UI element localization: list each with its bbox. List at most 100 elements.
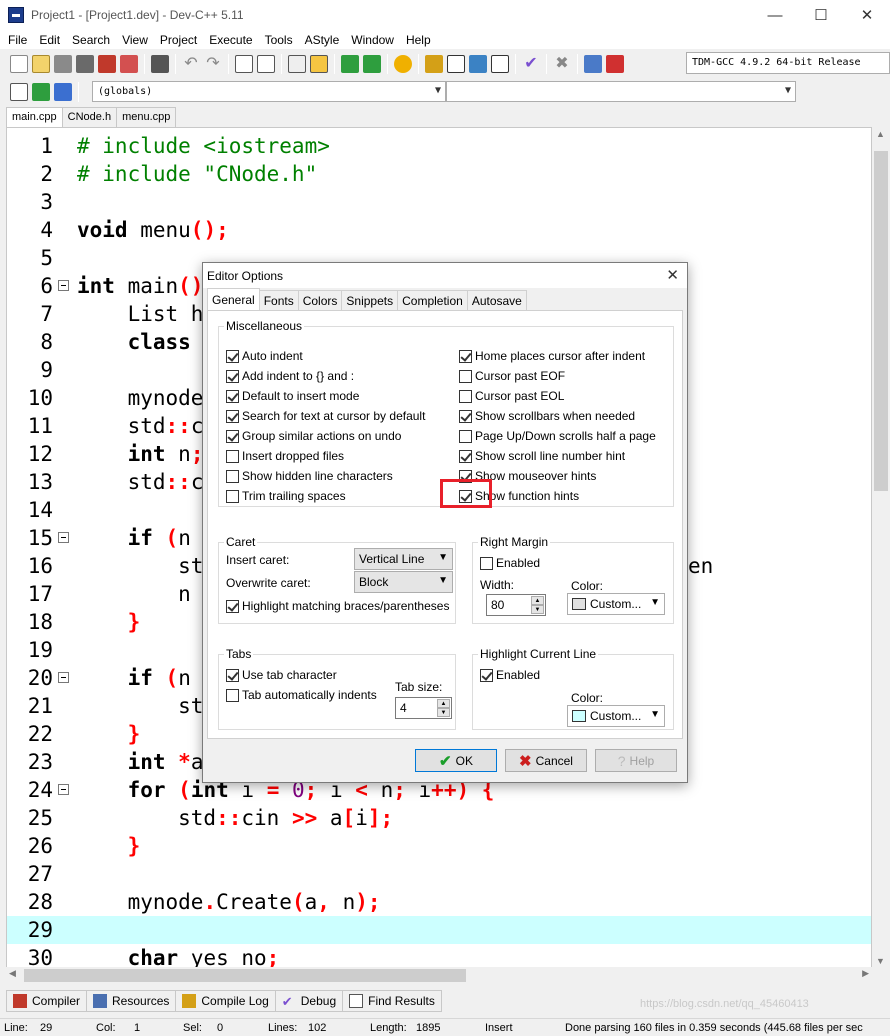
checkbox-box[interactable] xyxy=(226,469,239,483)
checkbox-box[interactable] xyxy=(480,556,493,570)
add-to-project-icon[interactable] xyxy=(341,54,359,73)
tab-main-cpp[interactable]: main.cpp xyxy=(6,107,63,128)
vertical-scrollbar[interactable]: ▲ ▼ xyxy=(872,127,890,968)
ok-button[interactable]: ✔ OK xyxy=(415,749,497,772)
dialog-close-icon[interactable]: ✕ xyxy=(666,266,679,284)
goto-line-icon[interactable] xyxy=(310,54,328,73)
checkbox-box[interactable] xyxy=(226,409,239,423)
use-tab-checkbox[interactable]: Use tab character xyxy=(226,668,337,682)
spin-up-icon[interactable]: ▲ xyxy=(531,596,544,605)
tab-find-results[interactable]: Find Results xyxy=(342,990,442,1012)
scroll-down-icon[interactable]: ▼ xyxy=(876,956,885,966)
scroll-up-icon[interactable]: ▲ xyxy=(876,129,885,139)
remove-from-project-icon[interactable] xyxy=(363,54,381,73)
checkbox-box[interactable] xyxy=(226,668,239,682)
insert-icon[interactable] xyxy=(10,82,28,101)
option-checkbox[interactable]: Trim trailing spaces xyxy=(226,489,346,503)
fold-toggle-icon[interactable] xyxy=(58,672,69,683)
code-line[interactable]: 1 # include <iostream> xyxy=(7,132,871,160)
open-file-icon[interactable] xyxy=(32,54,50,73)
code-line[interactable]: 30 char yes no; xyxy=(7,944,871,967)
menu-search[interactable]: Search xyxy=(66,33,116,47)
maximize-button[interactable]: ☐ xyxy=(798,0,844,30)
delete-profile-icon[interactable] xyxy=(606,54,624,73)
checkbox-box[interactable] xyxy=(459,349,472,363)
menu-help[interactable]: Help xyxy=(400,33,437,47)
compile-icon[interactable] xyxy=(425,54,443,73)
checkbox-box[interactable] xyxy=(226,599,239,613)
tab-colors[interactable]: Colors xyxy=(297,290,343,310)
tab-cnode-h[interactable]: CNode.h xyxy=(61,107,118,128)
print-icon[interactable] xyxy=(151,54,169,73)
horizontal-scroll-thumb[interactable] xyxy=(24,969,466,982)
option-checkbox[interactable]: Show scrollbars when needed xyxy=(459,409,635,423)
option-checkbox[interactable]: Home places cursor after indent xyxy=(459,349,645,363)
tab-menu-cpp[interactable]: menu.cpp xyxy=(116,107,177,128)
new-file-icon[interactable] xyxy=(10,54,28,73)
menu-project[interactable]: Project xyxy=(154,33,203,47)
tab-compiler[interactable]: Compiler xyxy=(6,990,88,1012)
tab-resources[interactable]: Resources xyxy=(86,990,177,1012)
find-icon[interactable] xyxy=(235,54,253,73)
compile-run-icon[interactable] xyxy=(469,54,487,73)
menu-tools[interactable]: Tools xyxy=(259,33,299,47)
checkbox-box[interactable] xyxy=(459,449,472,463)
tab-snippets[interactable]: Snippets xyxy=(341,290,399,310)
right-margin-color-select[interactable]: Custom... ▼ xyxy=(567,593,665,615)
stop-icon[interactable]: ✖ xyxy=(553,55,571,73)
option-checkbox[interactable]: Cursor past EOF xyxy=(459,369,565,383)
tab-autosave[interactable]: Autosave xyxy=(466,290,527,310)
checkbox-box[interactable] xyxy=(480,668,493,682)
spin-up-icon[interactable]: ▲ xyxy=(437,699,450,708)
compiler-select[interactable]: TDM-GCC 4.9.2 64-bit Release xyxy=(686,52,890,74)
fold-toggle-icon[interactable] xyxy=(58,784,69,795)
checkbox-box[interactable] xyxy=(226,449,239,463)
menu-file[interactable]: File xyxy=(2,33,33,47)
project-options-icon[interactable] xyxy=(394,54,412,73)
code-line[interactable]: 2 # include "CNode.h" xyxy=(7,160,871,188)
highlight-line-color-select[interactable]: Custom... ▼ xyxy=(567,705,665,727)
option-checkbox[interactable]: Auto indent xyxy=(226,349,303,363)
tab-debug[interactable]: ✔ Debug xyxy=(274,990,344,1012)
tab-fonts[interactable]: Fonts xyxy=(258,290,299,310)
highlight-line-enabled-checkbox[interactable]: Enabled xyxy=(480,668,540,682)
run-icon[interactable] xyxy=(447,54,465,73)
option-checkbox[interactable]: Show hidden line characters xyxy=(226,469,393,483)
checkbox-box[interactable] xyxy=(226,489,239,503)
vertical-scroll-thumb[interactable] xyxy=(874,151,888,491)
code-line[interactable]: 29 xyxy=(7,916,871,944)
option-checkbox[interactable]: Page Up/Down scrolls half a page xyxy=(459,429,656,443)
menu-edit[interactable]: Edit xyxy=(33,33,66,47)
code-line[interactable]: 25 std::cin >> a[i]; xyxy=(7,804,871,832)
goto-bookmark-icon[interactable] xyxy=(54,82,72,101)
checkbox-box[interactable] xyxy=(226,389,239,403)
menu-window[interactable]: Window xyxy=(345,33,400,47)
profile-icon[interactable] xyxy=(584,54,602,73)
redo-icon[interactable]: ↷ xyxy=(204,55,222,73)
save-all-icon[interactable] xyxy=(76,54,94,73)
option-checkbox[interactable]: Group similar actions on undo xyxy=(226,429,401,443)
minimize-button[interactable]: — xyxy=(752,0,798,30)
undo-icon[interactable]: ↶ xyxy=(182,55,200,73)
checkbox-box[interactable] xyxy=(226,688,239,702)
tab-general[interactable]: General xyxy=(207,288,260,311)
option-checkbox[interactable]: Default to insert mode xyxy=(226,389,359,403)
menu-astyle[interactable]: AStyle xyxy=(299,33,346,47)
code-line[interactable]: 27 xyxy=(7,860,871,888)
right-margin-width-spinner[interactable]: 80 ▲ ▼ xyxy=(486,594,546,616)
checkbox-box[interactable] xyxy=(226,349,239,363)
scroll-right-icon[interactable]: ▶ xyxy=(862,968,869,979)
option-checkbox[interactable]: Show scroll line number hint xyxy=(459,449,625,463)
checkbox-box[interactable] xyxy=(459,409,472,423)
close-file-icon[interactable] xyxy=(98,54,116,73)
toggle-bookmark-icon[interactable] xyxy=(32,82,50,101)
member-select[interactable]: ▼ xyxy=(446,81,796,102)
checkbox-box[interactable] xyxy=(459,389,472,403)
close-button[interactable]: ✕ xyxy=(844,0,890,30)
help-button[interactable]: ? Help xyxy=(595,749,677,772)
option-checkbox[interactable]: Cursor past EOL xyxy=(459,389,564,403)
checkbox-box[interactable] xyxy=(459,369,472,383)
tab-auto-indent-checkbox[interactable]: Tab automatically indents xyxy=(226,688,377,702)
checkbox-box[interactable] xyxy=(226,429,239,443)
indent-icon[interactable] xyxy=(288,54,306,73)
